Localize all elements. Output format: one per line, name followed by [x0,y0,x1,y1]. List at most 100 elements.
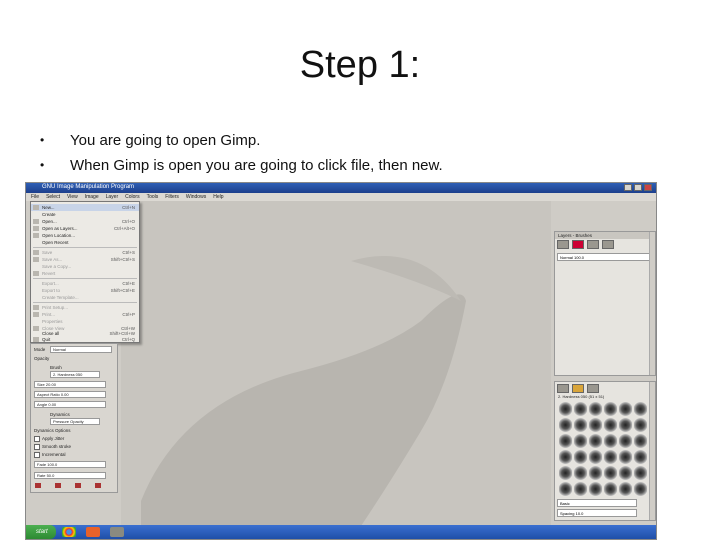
brush-swatch[interactable] [619,450,632,464]
brush-swatch[interactable] [559,402,572,416]
mode-select[interactable]: Normal [50,346,112,353]
angle-field[interactable]: Angle 0.00 [34,401,106,408]
menu-select[interactable]: Select [46,193,60,201]
menu-item-create-template[interactable]: Create Template... [31,294,139,301]
menu-item-export[interactable]: Export... Ctrl+E [31,280,139,287]
brush-swatch[interactable] [559,418,572,432]
brush-swatch[interactable] [574,450,587,464]
minimize-button[interactable] [624,184,632,191]
paths-tab-icon[interactable] [587,240,599,249]
menu-view[interactable]: View [67,193,78,201]
brush-select[interactable]: 2. Hardness 050 [50,371,100,378]
brush-swatch[interactable] [559,434,572,448]
menu-item-new[interactable]: New... Ctrl+N [31,204,139,211]
brush-swatch[interactable] [559,482,572,496]
brush-swatch[interactable] [604,402,617,416]
rate-field[interactable]: Rate 50.0 [34,472,106,479]
gimp-icon[interactable] [110,527,124,537]
brush-swatch[interactable] [619,418,632,432]
menu-item-quit[interactable]: Quit Ctrl+Q [31,336,139,343]
brush-swatch[interactable] [634,482,647,496]
chrome-icon[interactable] [62,527,76,537]
image-canvas[interactable] [121,201,551,526]
brush-swatch[interactable] [574,482,587,496]
menu-item-save-as[interactable]: Save As... Shift+Ctrl+S [31,256,139,263]
menu-layer[interactable]: Layer [106,193,119,201]
brush-swatch[interactable] [574,434,587,448]
brush-swatch[interactable] [619,482,632,496]
layers-tab-icon[interactable] [557,240,569,249]
brush-swatch[interactable] [574,466,587,480]
incremental-row[interactable]: Incremental [34,451,114,459]
menu-item-properties[interactable]: Properties [31,318,139,325]
delete-options-icon[interactable] [75,483,81,488]
brush-swatch[interactable] [589,466,602,480]
menu-item-export-to[interactable]: Export to Shift+Ctrl+E [31,287,139,294]
brush-swatch[interactable] [604,434,617,448]
save-options-icon[interactable] [35,483,41,488]
brush-swatch[interactable] [574,402,587,416]
menu-item-save-copy[interactable]: Save a Copy... [31,263,139,270]
brush-swatch[interactable] [559,450,572,464]
layers-dock-tab[interactable]: Layers - Brushes [555,232,655,239]
menu-item-save[interactable]: Save Ctrl+S [31,249,139,256]
brush-swatch[interactable] [634,418,647,432]
menu-colors[interactable]: Colors [125,193,139,201]
brush-swatch[interactable] [589,434,602,448]
brush-swatch[interactable] [634,450,647,464]
brush-swatch[interactable] [589,482,602,496]
dynamics-options-row[interactable]: Dynamics Options [34,427,114,435]
menu-tools[interactable]: Tools [147,193,159,201]
menu-filters[interactable]: Filters [165,193,179,201]
menu-image[interactable]: Image [85,193,99,201]
layer-mode-select[interactable]: Normal 100.0 [557,253,651,261]
smooth-stroke-row[interactable]: Smooth stroke [34,443,114,451]
brush-swatch[interactable] [634,402,647,416]
fade-field[interactable]: Fade 100.0 [34,461,106,468]
menu-item-open-location[interactable]: Open Location... [31,232,139,239]
menu-item-revert[interactable]: Revert [31,270,139,277]
menu-item-print[interactable]: Print... Ctrl+P [31,311,139,318]
menu-help[interactable]: Help [213,193,223,201]
menu-item-print-setup[interactable]: Print Setup... [31,304,139,311]
undo-tab-icon[interactable] [602,240,614,249]
brush-swatch[interactable] [574,418,587,432]
brush-swatch[interactable] [604,450,617,464]
menu-item-open-recent[interactable]: Open Recent [31,239,139,246]
dynamics-select[interactable]: Pressure Opacity [50,418,100,425]
size-field[interactable]: Size 20.00 [34,381,106,388]
brushes-tab-icon[interactable] [557,384,569,393]
brush-swatch[interactable] [604,482,617,496]
menu-item-open[interactable]: Open... Ctrl+O [31,218,139,225]
menu-item-open-as-layers[interactable]: Open as Layers... Ctrl+Alt+O [31,225,139,232]
channels-tab-icon[interactable] [572,240,584,249]
brush-swatch[interactable] [619,466,632,480]
start-button[interactable]: start [26,525,56,539]
apply-jitter-row[interactable]: Apply Jitter [34,435,114,443]
brush-swatch[interactable] [634,466,647,480]
brushes-scrollbar[interactable] [649,382,655,520]
patterns-tab-icon[interactable] [572,384,584,393]
reset-options-icon[interactable] [95,483,101,488]
powerpoint-icon[interactable] [86,527,100,537]
brush-swatch[interactable] [619,434,632,448]
spacing-field[interactable]: Spacing 10.0 [557,509,637,517]
maximize-button[interactable] [634,184,642,191]
brush-swatch[interactable] [619,402,632,416]
menu-item-create[interactable]: Create [31,211,139,218]
brush-swatch[interactable] [559,466,572,480]
restore-options-icon[interactable] [55,483,61,488]
brush-swatch[interactable] [589,450,602,464]
apply-jitter-checkbox[interactable] [34,436,40,442]
brush-swatch[interactable] [604,418,617,432]
brush-swatch[interactable] [604,466,617,480]
brush-swatch[interactable] [589,418,602,432]
incremental-checkbox[interactable] [34,452,40,458]
smooth-stroke-checkbox[interactable] [34,444,40,450]
menu-windows[interactable]: Windows [186,193,206,201]
close-button[interactable] [644,184,652,191]
menu-file[interactable]: File [31,193,39,201]
brush-swatch[interactable] [634,434,647,448]
layers-scrollbar[interactable] [649,232,655,375]
aspect-field[interactable]: Aspect Ratio 0.00 [34,391,106,398]
